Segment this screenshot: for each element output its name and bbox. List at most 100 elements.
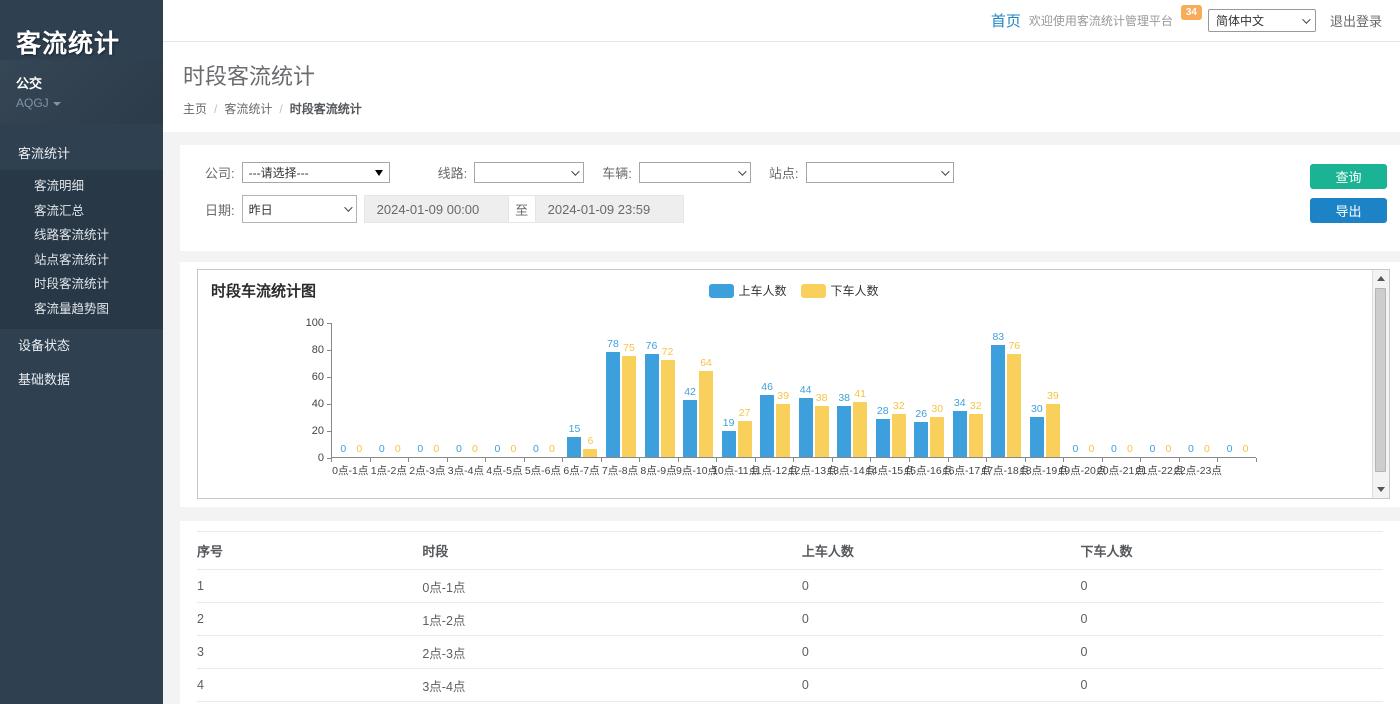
legend-label: 上车人数 bbox=[738, 282, 786, 299]
bar-group-0点-1点: 00 bbox=[332, 323, 371, 457]
bar-下车人数[interactable]: 32 bbox=[892, 414, 906, 457]
logout-link[interactable]: 退出登录 bbox=[1330, 11, 1382, 30]
bar-下车人数[interactable]: 76 bbox=[1007, 354, 1021, 457]
bar-上车人数[interactable]: 26 bbox=[914, 422, 928, 457]
brand: 客流统计 bbox=[0, 0, 163, 60]
query-button[interactable]: 查询 bbox=[1310, 164, 1387, 189]
x-axis-label: 15点-16点 bbox=[909, 463, 948, 478]
x-axis-label: 6点-7点 bbox=[562, 463, 601, 478]
bar-value-label: 0 bbox=[1204, 443, 1210, 455]
x-axis-label: 8点-9点 bbox=[639, 463, 678, 478]
table-body: 10点-1点0021点-2点0032点-3点0043点-4点0054点-5点00… bbox=[197, 570, 1383, 704]
legend-label: 下车人数 bbox=[831, 282, 879, 299]
legend-item-下车人数[interactable]: 下车人数 bbox=[801, 282, 879, 299]
bar-上车人数[interactable]: 83 bbox=[991, 345, 1005, 457]
bar-group-8点-9点: 7672 bbox=[640, 323, 679, 457]
bar-上车人数[interactable]: 44 bbox=[799, 398, 813, 457]
sidebar-item-客流统计[interactable]: 客流统计 bbox=[0, 138, 163, 170]
sidebar-item-客流量趋势图[interactable]: 客流量趋势图 bbox=[0, 297, 163, 322]
chart-plot: 0000000000001567875767242641927463944383… bbox=[331, 323, 1256, 458]
bar-上车人数[interactable]: 46 bbox=[760, 395, 774, 457]
date-from-input[interactable]: 2024-01-09 00:00 bbox=[364, 195, 509, 223]
bar-上车人数[interactable]: 30 bbox=[1030, 417, 1044, 458]
breadcrumb-item[interactable]: 主页 bbox=[183, 102, 207, 116]
sidebar-item-时段客流统计[interactable]: 时段客流统计 bbox=[0, 272, 163, 297]
x-axis-label: 7点-8点 bbox=[601, 463, 640, 478]
bar-上车人数[interactable]: 76 bbox=[645, 354, 659, 457]
sidebar-item-站点客流统计[interactable]: 站点客流统计 bbox=[0, 248, 163, 273]
table-cell: 1 bbox=[197, 570, 422, 603]
date-preset-select[interactable]: 昨日 bbox=[242, 195, 357, 223]
bar-上车人数[interactable]: 34 bbox=[953, 411, 967, 457]
bar-下车人数[interactable]: 41 bbox=[853, 402, 867, 457]
x-axis-label: 4点-5点 bbox=[485, 463, 524, 478]
bar-value-label: 0 bbox=[1243, 443, 1249, 455]
bar-下车人数[interactable]: 39 bbox=[1046, 404, 1060, 457]
chart-legend: 上车人数 下车人数 bbox=[708, 282, 878, 299]
bar-value-label: 0 bbox=[1166, 443, 1172, 455]
sidebar-item-客流明细[interactable]: 客流明细 bbox=[0, 174, 163, 199]
x-axis-label: 2点-3点 bbox=[408, 463, 447, 478]
language-select[interactable]: 简体中文 bbox=[1208, 9, 1316, 32]
sidebar-item-基础数据[interactable]: 基础数据 bbox=[0, 363, 163, 397]
bar-group-6点-7点: 156 bbox=[563, 323, 602, 457]
bar-上车人数[interactable]: 19 bbox=[722, 431, 736, 457]
bar-group-1点-2点: 00 bbox=[371, 323, 410, 457]
bar-下车人数[interactable]: 75 bbox=[622, 356, 636, 457]
bar-上车人数[interactable]: 42 bbox=[683, 400, 697, 457]
bar-value-label: 0 bbox=[379, 443, 385, 455]
table-cell: 3 bbox=[197, 636, 422, 669]
bar-上车人数[interactable]: 38 bbox=[837, 406, 851, 457]
y-axis-tick-label: 20 bbox=[292, 425, 324, 437]
bar-value-label: 30 bbox=[931, 403, 943, 415]
notification-badge[interactable]: 34 bbox=[1181, 5, 1202, 20]
content: 公司: ---请选择--- 线路: 车辆: 站点: 日期: 昨日 2024-01… bbox=[163, 132, 1400, 704]
filter-row-1: 公司: ---请选择--- 线路: 车辆: 站点: bbox=[205, 162, 1386, 183]
x-axis-label: 17点-18点 bbox=[986, 463, 1025, 478]
sidebar-item-客流汇总[interactable]: 客流汇总 bbox=[0, 199, 163, 224]
bar-上车人数[interactable]: 78 bbox=[606, 352, 620, 457]
bar-value-label: 15 bbox=[569, 423, 581, 435]
bar-value-label: 0 bbox=[1150, 443, 1156, 455]
table-cell: 4 bbox=[197, 669, 422, 702]
bar-下车人数[interactable]: 72 bbox=[661, 360, 675, 457]
bar-下车人数[interactable]: 39 bbox=[776, 404, 790, 457]
chevron-down-icon bbox=[738, 167, 746, 175]
table-row: 21点-2点00 bbox=[197, 603, 1383, 636]
x-axis-label: 14点-15点 bbox=[870, 463, 909, 478]
scroll-up-arrow[interactable] bbox=[1373, 270, 1389, 287]
table-header-row: 序号时段上车人数下车人数 bbox=[197, 532, 1383, 570]
vehicle-select[interactable] bbox=[639, 162, 751, 183]
bar-下车人数[interactable]: 32 bbox=[969, 414, 983, 457]
x-axis-label: 10点-11点 bbox=[716, 463, 755, 478]
bar-group-14点-15点: 2832 bbox=[871, 323, 910, 457]
y-axis-tick-label: 80 bbox=[292, 344, 324, 356]
bar-group-4点-5点: 00 bbox=[486, 323, 525, 457]
line-select[interactable] bbox=[474, 162, 584, 183]
scroll-down-arrow[interactable] bbox=[1373, 481, 1389, 498]
company-select[interactable]: ---请选择--- bbox=[242, 162, 390, 183]
bar-下车人数[interactable]: 64 bbox=[699, 371, 713, 457]
station-select[interactable] bbox=[806, 162, 954, 183]
bar-下车人数[interactable]: 27 bbox=[738, 421, 752, 457]
scrollbar-thumb[interactable] bbox=[1375, 288, 1386, 472]
bar-下车人数[interactable]: 30 bbox=[930, 417, 944, 458]
x-axis-label: 16点-17点 bbox=[948, 463, 987, 478]
sidebar: 客流统计 公交 AQGJ 客流统计客流明细客流汇总线路客流统计站点客流统计时段客… bbox=[0, 0, 163, 704]
date-to-input[interactable]: 2024-01-09 23:59 bbox=[535, 195, 684, 223]
bar-下车人数[interactable]: 6 bbox=[583, 449, 597, 457]
bar-value-label: 39 bbox=[777, 390, 789, 402]
sidebar-item-设备状态[interactable]: 设备状态 bbox=[0, 329, 163, 363]
bar-上车人数[interactable]: 15 bbox=[567, 437, 581, 457]
table-cell: 0点-1点 bbox=[422, 570, 802, 603]
bar-下车人数[interactable]: 38 bbox=[815, 406, 829, 457]
sidebar-item-线路客流统计[interactable]: 线路客流统计 bbox=[0, 223, 163, 248]
table-cell: 0 bbox=[1081, 570, 1383, 603]
home-link[interactable]: 首页 bbox=[991, 10, 1021, 31]
x-axis-label: 11点-12点 bbox=[755, 463, 794, 478]
breadcrumb-item[interactable]: 客流统计 bbox=[224, 102, 272, 116]
export-button[interactable]: 导出 bbox=[1310, 198, 1387, 223]
bar-上车人数[interactable]: 28 bbox=[876, 419, 890, 457]
profile-dropdown[interactable]: AQGJ bbox=[16, 96, 147, 110]
legend-item-上车人数[interactable]: 上车人数 bbox=[708, 282, 786, 299]
